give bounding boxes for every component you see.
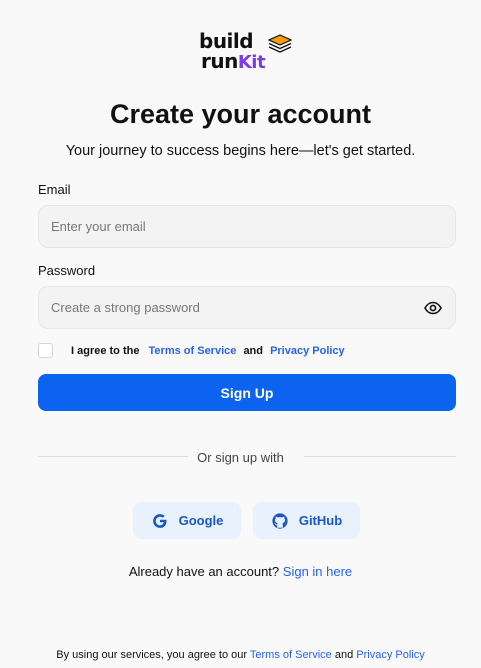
agree-and: and (243, 345, 263, 357)
agree-checkbox[interactable] (38, 343, 53, 358)
agree-prefix: I agree to the (71, 345, 140, 357)
github-icon (271, 512, 289, 530)
password-field[interactable] (38, 286, 456, 329)
brand-line-2-prefix: run (201, 49, 238, 73)
sign-up-button[interactable]: Sign Up (38, 374, 456, 411)
signup-page: build runKit Create your account Your jo… (0, 0, 481, 668)
footer-prefix: By using our services, you agree to our (56, 649, 248, 661)
footer-legal: By using our services, you agree to our … (0, 649, 481, 661)
google-button[interactable]: Google (133, 502, 241, 539)
page-subtitle: Your journey to success begins here—let'… (65, 143, 416, 159)
github-label: GitHub (298, 513, 343, 528)
terms-link[interactable]: Terms of Service (149, 345, 237, 357)
password-label: Password (38, 263, 96, 278)
github-button[interactable]: GitHub (253, 502, 360, 539)
divider-text: Or sign up with (197, 450, 284, 465)
brand-logo: build runKit (199, 30, 299, 76)
agree-text: I agree to the Terms of Service and Priv… (71, 345, 345, 357)
page-title: Create your account (109, 99, 372, 129)
eye-icon[interactable] (424, 301, 442, 315)
brand-line-2-accent: Kit (237, 52, 266, 73)
google-icon (151, 512, 169, 530)
footer-terms-link[interactable]: Terms of Service (250, 649, 332, 661)
google-label: Google (178, 513, 224, 528)
email-field[interactable] (38, 205, 456, 248)
brand-line-2: runKit (201, 49, 266, 74)
signin-prompt-text: Already have an account? (128, 564, 280, 579)
layers-icon (268, 34, 292, 53)
footer-privacy-link[interactable]: Privacy Policy (356, 649, 424, 661)
email-label: Email (38, 182, 71, 197)
signin-prompt: Already have an account? Sign in here (0, 564, 481, 579)
privacy-link[interactable]: Privacy Policy (270, 345, 345, 357)
footer-and: and (334, 649, 354, 661)
sign-in-link[interactable]: Sign in here (283, 564, 352, 579)
divider-right (304, 456, 456, 457)
